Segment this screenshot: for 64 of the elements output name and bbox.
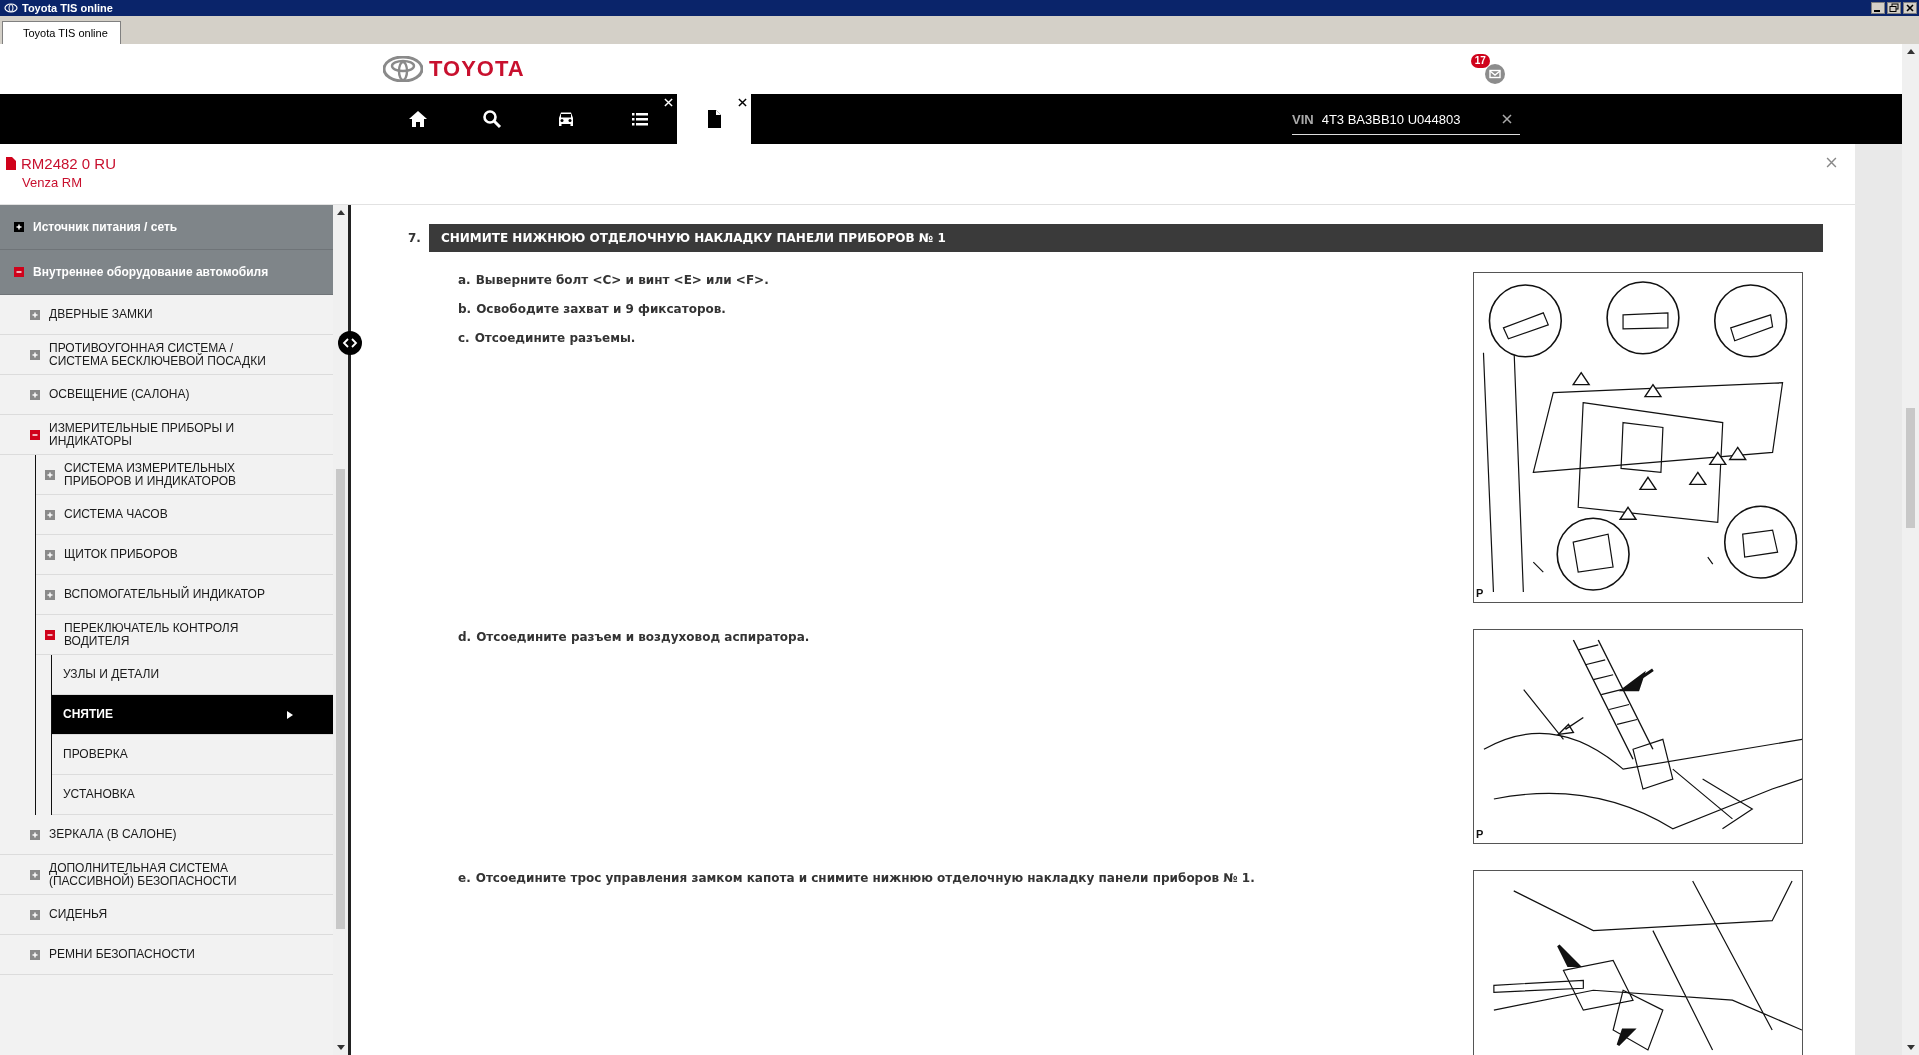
collapse-icon[interactable] bbox=[30, 429, 40, 440]
step-number: 7. bbox=[408, 231, 421, 245]
scroll-down-icon[interactable] bbox=[336, 1045, 345, 1051]
close-icon[interactable] bbox=[738, 98, 747, 107]
tree-item[interactable]: РЕМНИ БЕЗОПАСНОСТИ bbox=[0, 935, 333, 975]
scroll-up-icon[interactable] bbox=[1906, 48, 1915, 54]
notification-badge: 17 bbox=[1470, 54, 1490, 68]
scroll-up-icon[interactable] bbox=[336, 209, 345, 215]
tree-item[interactable]: ЩИТОК ПРИБОРОВ bbox=[36, 535, 333, 575]
panel-toggle-icon[interactable] bbox=[338, 331, 362, 355]
minimize-button[interactable] bbox=[1871, 2, 1885, 14]
step-letter: d. bbox=[458, 629, 472, 645]
scrollbar[interactable] bbox=[333, 205, 348, 1055]
instruction-text: Отсоедините разъем и воздуховод аспиратора. bbox=[476, 629, 810, 645]
arrow-icon bbox=[287, 710, 293, 719]
mail-icon[interactable] bbox=[1484, 64, 1505, 84]
step-letter: b. bbox=[458, 301, 472, 317]
figure-label: P bbox=[1476, 828, 1484, 840]
tree-item[interactable]: СНЯТИЕ bbox=[52, 695, 333, 735]
clear-icon[interactable] bbox=[1502, 114, 1512, 124]
scrollbar-thumb[interactable] bbox=[1906, 408, 1915, 528]
tree-item[interactable]: СИДЕНЬЯ bbox=[0, 895, 333, 935]
tree-item[interactable]: ДВЕРНЫЕ ЗАМКИ bbox=[0, 295, 333, 335]
home-icon bbox=[408, 109, 428, 129]
document-code: RM2482 0 RU bbox=[21, 155, 117, 172]
figure-label: P bbox=[1476, 587, 1484, 599]
tree-item[interactable]: ДОПОЛНИТЕЛЬНАЯ СИСТЕМА (ПАССИВНОЙ) БЕЗОПАСНОСТИ bbox=[0, 855, 333, 895]
instruction-text: Освободите захват и 9 фиксаторов. bbox=[476, 301, 726, 317]
tree-item[interactable]: ИЗМЕРИТЕЛЬНЫЕ ПРИБОРЫ И ИНДИКАТОРЫ bbox=[0, 415, 333, 455]
logo-text: TOYOTA bbox=[429, 56, 525, 82]
step-letter: c. bbox=[458, 330, 470, 346]
step-letter: e. bbox=[458, 870, 471, 886]
vin-value: 4T3 BA3BB10 U044803 bbox=[1321, 111, 1462, 127]
document-model: Venza RM bbox=[21, 175, 83, 190]
app-icon bbox=[4, 3, 18, 13]
vin-field[interactable]: VIN 4T3 BA3BB10 U044803 bbox=[1292, 104, 1520, 135]
instruction-text: Отсоедините разъемы. bbox=[474, 330, 636, 346]
expand-icon[interactable] bbox=[14, 222, 24, 232]
search-icon bbox=[482, 109, 502, 129]
tree-item[interactable]: ПРОТИВОУГОННАЯ СИСТЕМА / СИСТЕМА БЕСКЛЮЧЕВОЙ ПОСАДКИ bbox=[0, 335, 333, 375]
collapse-icon[interactable] bbox=[14, 267, 24, 277]
collapse-icon[interactable] bbox=[45, 629, 55, 640]
close-button[interactable] bbox=[1903, 2, 1917, 14]
instruction-text: Выверните болт <C> и винт <E> или <F>. bbox=[475, 272, 769, 288]
instruction-text: Отсоедините трос управления замком капота и снимите нижнюю отделочную накладку панели приборов № 1. bbox=[475, 870, 1255, 886]
tree-item[interactable]: Источник питания / сеть bbox=[0, 205, 333, 250]
restore-button[interactable] bbox=[1887, 2, 1901, 14]
browser-tab[interactable]: Toyota TIS online bbox=[2, 21, 121, 44]
logo-icon bbox=[383, 56, 423, 82]
window-title: Toyota TIS online bbox=[22, 2, 113, 14]
document-icon bbox=[6, 157, 16, 170]
vin-label: VIN bbox=[1292, 111, 1314, 127]
tree-item[interactable]: Внутреннее оборудование автомобиля bbox=[0, 250, 333, 295]
scrollbar-thumb[interactable] bbox=[336, 469, 345, 929]
scrollbar[interactable] bbox=[1902, 44, 1919, 1055]
step-title: СНИМИТЕ НИЖНЮЮ ОТДЕЛОЧНУЮ НАКЛАДКУ ПАНЕЛИ ПРИБОРОВ № 1 bbox=[428, 224, 1823, 252]
tree-item[interactable]: ПЕРЕКЛЮЧАТЕЛЬ КОНТРОЛЯ ВОДИТЕЛЯ bbox=[36, 615, 333, 655]
tree-item[interactable]: ЗЕРКАЛА (В САЛОНЕ) bbox=[0, 815, 333, 855]
scroll-down-icon[interactable] bbox=[1906, 1045, 1915, 1051]
tree-item[interactable]: СИСТЕМА ИЗМЕРИТЕЛЬНЫХ ПРИБОРОВ И ИНДИКАТОРОВ bbox=[36, 455, 333, 495]
tree-item[interactable]: ВСПОМОГАТЕЛЬНЫЙ ИНДИКАТОР bbox=[36, 575, 333, 615]
tree-item[interactable]: ОСВЕЩЕНИЕ (САЛОНА) bbox=[0, 375, 333, 415]
tree-item[interactable]: СИСТЕМА ЧАСОВ bbox=[36, 495, 333, 535]
step-letter: a. bbox=[458, 272, 471, 288]
